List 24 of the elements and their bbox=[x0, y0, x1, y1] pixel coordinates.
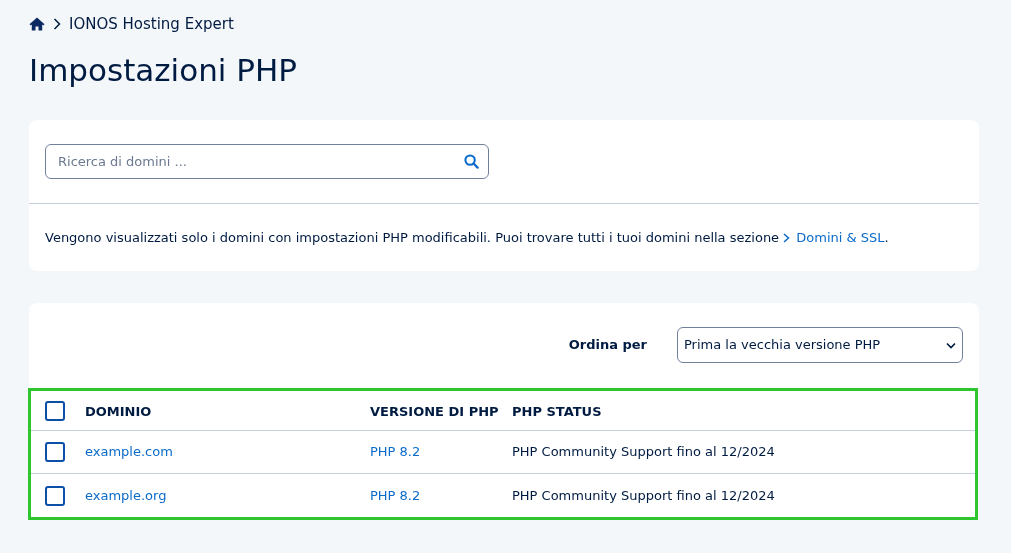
status-text: PHP Community Support fino al 12/2024 bbox=[512, 444, 775, 460]
caret-icon bbox=[946, 341, 956, 349]
page-title: Impostazioni PHP bbox=[29, 51, 297, 90]
column-header: PHP STATUS bbox=[512, 403, 602, 419]
search-icon bbox=[464, 154, 479, 169]
checkbox[interactable] bbox=[45, 485, 65, 506]
breadcrumb-link[interactable]: IONOS Hosting Expert bbox=[69, 12, 234, 36]
chevron-icon bbox=[783, 233, 791, 243]
section-link[interactable]: Domini & SSL bbox=[783, 230, 885, 245]
version-link[interactable]: PHP 8.2 bbox=[370, 444, 421, 460]
domain-link[interactable]: example.com bbox=[85, 444, 173, 460]
notice-text: Vengono visualizzati solo i domini con impostazioni PHP modificabili. Puoi trovare tutti i tuoi domini nella sezione Domini & SSL. bbox=[44, 229, 890, 247]
checkbox[interactable] bbox=[45, 442, 65, 462]
search-field[interactable]: Ricerca di domini ... bbox=[45, 144, 489, 179]
home-icon[interactable] bbox=[29, 17, 45, 31]
chevron-icon bbox=[53, 18, 61, 30]
status-text: PHP Community Support fino al 12/2024 bbox=[512, 487, 775, 503]
sort-label: Ordina per bbox=[568, 336, 647, 355]
checkbox[interactable] bbox=[45, 400, 65, 421]
column-header: DOMINIO bbox=[85, 403, 152, 419]
domain-link[interactable]: example.org bbox=[85, 487, 167, 503]
version-link[interactable]: PHP 8.2 bbox=[370, 487, 421, 503]
column-header: VERSIONE DI PHP bbox=[370, 403, 499, 419]
sort-select[interactable]: Prima la vecchia versione PHP bbox=[677, 327, 963, 363]
